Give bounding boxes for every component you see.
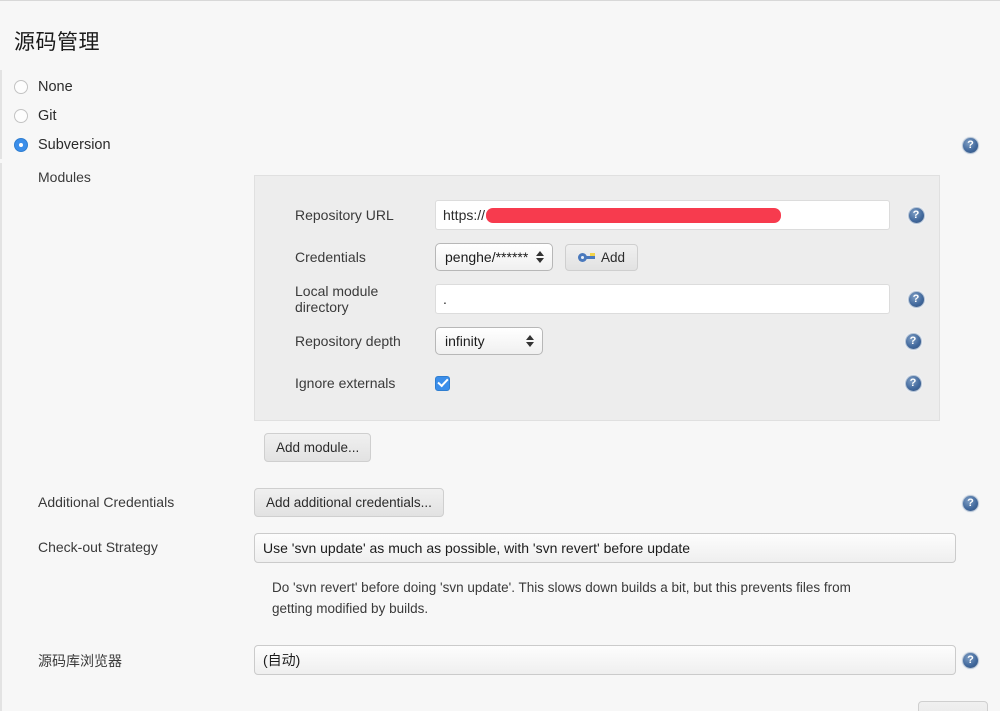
ignore-externals-row: Ignore externals xyxy=(255,362,939,404)
ignore-externals-checkbox[interactable] xyxy=(435,375,450,391)
credentials-selected-value: penghe/****** xyxy=(445,249,529,266)
local-module-directory-help-col xyxy=(890,290,942,308)
additional-credentials-label: Additional Credentials xyxy=(38,494,175,511)
chevron-updown-icon xyxy=(536,251,544,264)
repository-depth-row: Repository depth infinity xyxy=(255,320,939,362)
checkout-strategy-description: Do 'svn revert' before doing 'svn update… xyxy=(272,580,851,617)
radio-git-icon[interactable] xyxy=(14,108,28,123)
local-module-directory-row: Local module directory . xyxy=(255,278,939,320)
radio-none-icon[interactable] xyxy=(14,79,28,94)
local-module-directory-control: . xyxy=(435,284,890,315)
help-icon-ignore-externals[interactable] xyxy=(904,374,922,392)
repository-url-help-col xyxy=(890,206,942,224)
checkout-strategy-field: Use 'svn update' as much as possible, wi… xyxy=(254,533,1000,619)
credentials-label: Credentials xyxy=(295,249,366,266)
add-additional-credentials-button[interactable]: Add additional credentials... xyxy=(254,488,444,518)
repository-browser-select[interactable]: (自动) xyxy=(254,645,956,676)
repository-depth-control: infinity xyxy=(435,327,887,356)
radio-subversion-icon[interactable] xyxy=(14,137,28,152)
repository-browser-label: 源码库浏览器 xyxy=(38,653,122,670)
ignore-externals-help-col xyxy=(887,374,939,392)
repository-url-label: Repository URL xyxy=(295,207,394,224)
local-module-directory-label: Local module directory xyxy=(295,283,379,316)
add-module-button[interactable]: Add module... xyxy=(264,433,372,463)
repository-depth-help-col xyxy=(887,332,939,350)
repository-url-input[interactable]: https:// xyxy=(435,200,890,231)
repository-browser-field: (自动) xyxy=(254,645,1000,676)
checkout-strategy-label: Check-out Strategy xyxy=(38,539,158,556)
scm-option-git[interactable]: Git xyxy=(2,101,1000,130)
page-title: 源码管理 xyxy=(14,31,100,55)
ignore-externals-label: Ignore externals xyxy=(295,375,396,392)
help-icon-subversion[interactable] xyxy=(962,137,979,155)
repository-url-value: https:// xyxy=(443,207,486,224)
credentials-select[interactable]: penghe/****** xyxy=(435,243,553,272)
checkout-strategy-row: Check-out Strategy Use 'svn update' as m… xyxy=(2,533,1000,619)
repository-browser-selected-value: (自动) xyxy=(263,652,301,669)
local-module-directory-value: . xyxy=(443,291,447,308)
repository-browser-row: 源码库浏览器 (自动) xyxy=(2,645,1000,676)
additional-credentials-row: Additional Credentials Add additional cr… xyxy=(2,488,1000,518)
scm-settings-page: 源码管理 None Git Subversion Modules Reposit… xyxy=(0,0,1000,711)
help-icon-repository-url[interactable] xyxy=(907,206,925,224)
add-module-button-label: Add module... xyxy=(276,440,360,456)
scm-option-git-label: Git xyxy=(38,107,57,124)
repository-url-row: Repository URL https:// xyxy=(255,194,939,236)
add-credentials-button[interactable]: Add xyxy=(565,243,639,271)
add-module-wrap: Add module... xyxy=(254,421,1000,463)
key-icon xyxy=(578,252,595,263)
add-additional-credentials-button-label: Add additional credentials... xyxy=(266,495,432,511)
scm-option-subversion[interactable]: Subversion xyxy=(2,130,1000,159)
checkout-strategy-selected-value: Use 'svn update' as much as possible, wi… xyxy=(263,540,691,557)
repository-depth-selected-value: infinity xyxy=(445,333,485,350)
help-icon-repository-depth[interactable] xyxy=(904,332,922,350)
additional-credentials-field: Add additional credentials... xyxy=(254,488,1000,518)
modules-row: Modules Repository URL https:// ? Creden… xyxy=(2,163,1000,463)
add-credentials-button-label: Add xyxy=(601,249,626,265)
advanced-row: 高级... xyxy=(2,675,1000,711)
subversion-settings: Modules Repository URL https:// ? Creden… xyxy=(0,163,1000,711)
repository-url-control: https:// xyxy=(435,200,890,231)
scm-radio-group: None Git Subversion xyxy=(0,70,1000,160)
credentials-row: Credentials penghe/****** Add xyxy=(255,236,939,278)
repository-depth-select[interactable]: infinity xyxy=(435,327,543,356)
credentials-control: penghe/****** Add xyxy=(435,243,887,272)
advanced-button[interactable]: 高级... xyxy=(918,701,988,711)
checkout-strategy-select[interactable]: Use 'svn update' as much as possible, wi… xyxy=(254,533,956,564)
modules-field: Repository URL https:// Credentials xyxy=(254,163,1000,463)
repository-depth-label: Repository depth xyxy=(295,333,401,350)
modules-panel: Repository URL https:// Credentials xyxy=(254,175,940,422)
scm-option-none[interactable]: None xyxy=(2,72,1000,101)
help-icon-local-module-directory[interactable] xyxy=(907,290,925,308)
local-module-directory-input[interactable]: . xyxy=(435,284,890,315)
redaction-bar xyxy=(486,207,782,223)
chevron-updown-icon xyxy=(526,335,534,348)
ignore-externals-control xyxy=(435,375,887,391)
scm-option-subversion-label: Subversion xyxy=(38,136,111,153)
help-icon-additional-credentials[interactable] xyxy=(962,495,979,513)
scm-option-none-label: None xyxy=(38,78,73,95)
modules-label: Modules xyxy=(38,169,91,186)
